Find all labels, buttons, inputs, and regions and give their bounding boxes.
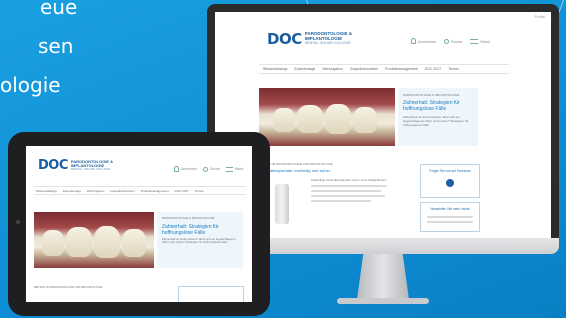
headline-line-3: ologie [0,73,61,97]
site-logo[interactable]: DOC PARODONTOLOGIE & IMPLANTOLOGIE DENTA… [38,158,113,173]
hero-image[interactable] [259,88,395,146]
tooth-shape [325,104,351,134]
article-kicker: BEITRAG IM PARODONTOLOGIE UND IMPLANTOLO… [34,286,103,289]
hero-teaser-box[interactable]: PARODONTOLOGIE & IMPLANTOLOGIE Zahnerhal… [398,88,478,146]
hero-image[interactable] [34,212,154,268]
hamburger-icon [470,38,479,44]
logo-title: PARODONTOLOGIE & IMPLANTOLOGIE DENTAL ON… [70,159,113,172]
nav-item[interactable]: Termin [448,67,459,71]
nav-item[interactable]: DOC 2017 [425,67,442,71]
hero-teaser: Zahnerhalt ist heute bekannt: lässt sich… [162,236,236,245]
facebook-box[interactable] [178,286,244,302]
nav-item[interactable]: Wertungsbox [87,189,105,193]
hero-title: Zahnerhalt: Strategien für hoffnungslose… [403,100,460,112]
facebook-box[interactable]: Folgen Sie uns auf Facebook [420,164,480,198]
top-right-label[interactable]: Portal [535,14,545,19]
search-icon [444,38,450,44]
nav-item[interactable]: Termin [195,189,204,193]
tablet-device: DOC PARODONTOLOGIE & IMPLANTOLOGIE DENTA… [8,132,270,316]
logo-title: PARODONTOLOGIE & IMPLANTOLOGIE DENTAL ON… [305,32,352,45]
nav-item[interactable]: Expertentage [295,67,316,71]
search-link[interactable]: Suche [202,166,220,172]
tooth-shape [273,108,295,132]
tooth-shape [122,229,146,257]
hero-kicker: PARODONTOLOGIE & IMPLANTOLOGIE [162,216,215,220]
login-label: Anmelden [418,38,437,44]
nav-item[interactable]: Produktmanagement [141,189,169,193]
utility-bar: Anmelden Suche Menü [411,38,490,44]
login-label: Anmelden [181,167,197,171]
logo-subtitle: DENTAL ONLINE COLLEGE [70,167,111,172]
login-link[interactable]: Anmelden [174,166,197,172]
main-navigation: Wissensdialoge Expertentage Wertungsbox … [259,64,509,74]
search-icon [202,166,208,172]
facebook-box-label: Folgen Sie uns auf Facebook [429,169,471,173]
tablet-website-screen: DOC PARODONTOLOGIE & IMPLANTOLOGIE DENTA… [26,146,252,302]
tooth-shape [94,226,120,258]
newsletter-lines [421,216,479,223]
nav-item[interactable]: DOC 2017 [175,189,189,193]
newsletter-box-label: Newsletter: Nie mehr nichts [430,207,470,211]
monitor-stand [357,254,409,300]
headline-text: eue sen ologie [0,0,77,102]
tooth-shape [66,227,92,257]
login-link[interactable]: Anmelden [411,38,436,44]
user-icon [411,38,416,44]
nav-item[interactable]: Wertungsbox [322,67,343,71]
facebook-icon [446,179,454,187]
headline-line-2: sen [38,34,74,58]
tablet-camera [16,220,20,224]
article-thumb[interactable] [275,184,289,224]
menu-label: Menü [480,38,491,44]
tooth-shape [297,105,323,133]
menu-link[interactable]: Menü [470,38,491,44]
hamburger-icon [225,166,233,172]
hero-kicker: PARODONTOLOGIE & IMPLANTOLOGIE [403,93,460,97]
tooth-shape [42,230,64,256]
menu-link[interactable]: Menü [225,166,244,172]
nav-item[interactable]: Wissensdialoge [263,67,288,71]
article-title: Keramikimplantate: zweiteilig und sicher [259,168,331,173]
hero-teaser: Zahnerhalt ist heute bekannt: lässt sich… [403,115,469,127]
hero-teaser-box[interactable]: PARODONTOLOGIE & IMPLANTOLOGIE Zahnerhal… [157,212,243,268]
newsletter-box[interactable]: Newsletter: Nie mehr nichts [420,202,480,232]
nav-item[interactable]: Produktmanagement [385,67,418,71]
logo-subtitle: DENTAL ONLINE COLLEGE [304,40,351,45]
menu-label: Menü [234,167,244,171]
site-logo[interactable]: DOC PARODONTOLOGIE & IMPLANTOLOGIE DENTA… [267,30,352,48]
article-teaser[interactable]: BEITRAG IM PARODONTOLOGIE UND IMPLANTOLO… [34,286,144,289]
article-body: Zweiteilige Keramikimplantate bieten neu… [311,178,391,202]
website-tablet: DOC PARODONTOLOGIE & IMPLANTOLOGIE DENTA… [26,146,252,302]
article-teaser[interactable]: BEITRAG IM PARODONTOLOGIE UND IMPLANTOLO… [259,162,389,173]
article-body-text: Zweiteilige Keramikimplantate bieten neu… [311,178,388,182]
nav-item[interactable]: Gesprächsnotizen [350,67,378,71]
logo-mark: DOC [38,158,68,173]
headline-line-1: eue [40,0,78,19]
article-kicker: BEITRAG IM PARODONTOLOGIE UND IMPLANTOLO… [259,162,333,166]
search-label: Suche [209,167,220,171]
search-link[interactable]: Suche [444,38,463,44]
logo-mark: DOC [267,30,302,48]
hero-title: Zahnerhalt: Strategien für hoffnungslose… [162,223,219,236]
search-label: Suche [451,38,463,44]
utility-bar: Anmelden Suche Menü [174,166,243,172]
main-navigation: Wissensdialoge Expertentage Wertungsbox … [34,186,246,195]
nav-item[interactable]: Expertentage [63,189,81,193]
nav-item[interactable]: Gesprächsnotizen [111,189,135,193]
nav-item[interactable]: Wissensdialoge [36,189,57,193]
article-body-lines [311,185,391,202]
monitor-foot [337,298,429,304]
user-icon [174,166,179,172]
tooth-shape [353,107,377,133]
